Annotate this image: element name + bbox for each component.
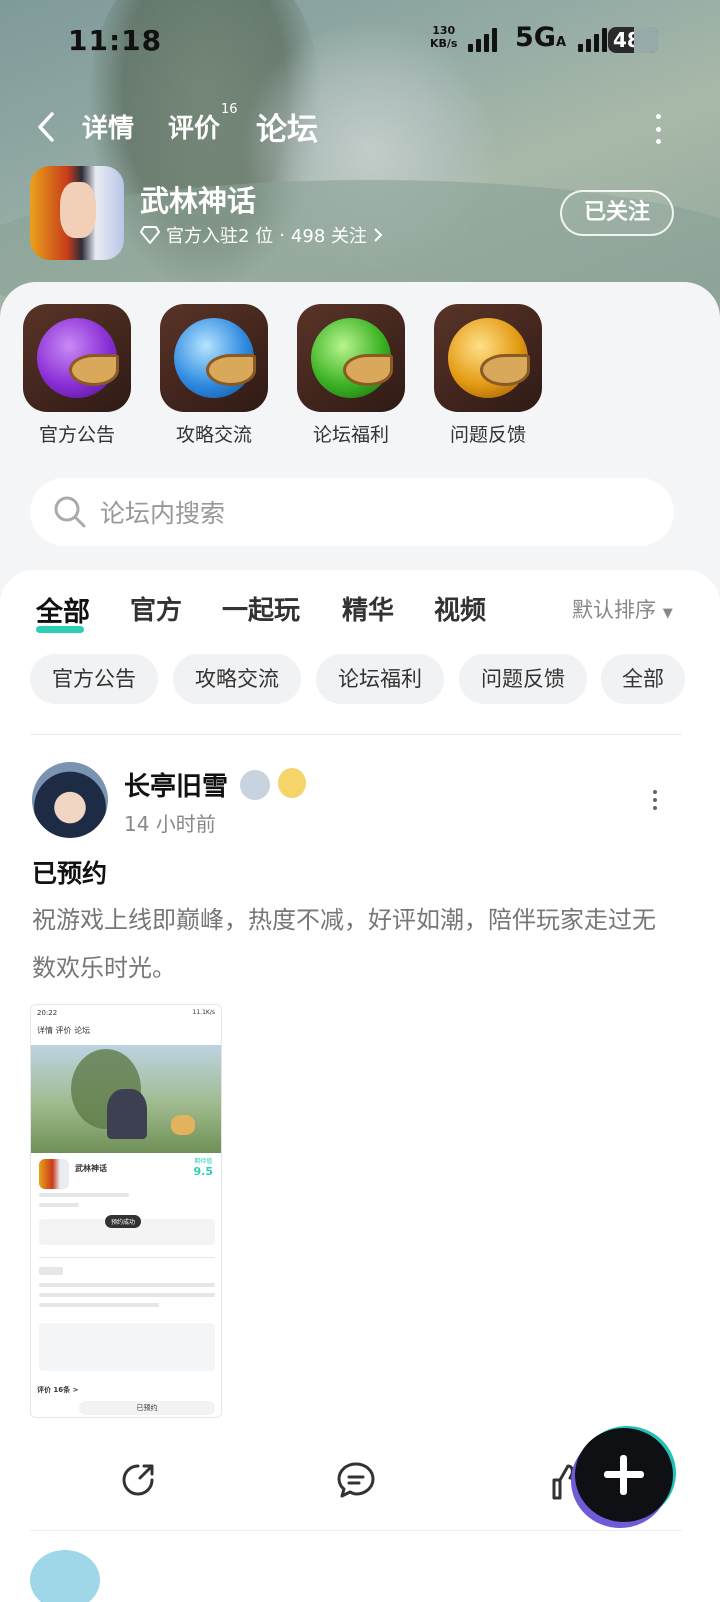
comment-icon[interactable]	[336, 1460, 376, 1500]
quick-link-feedback[interactable]: 问题反馈	[433, 304, 543, 447]
feed-tab-all[interactable]: 全部	[36, 590, 90, 633]
quick-link-label: 问题反馈	[449, 424, 526, 446]
status-bar: 11:18 130 KB/s 5GA 48	[0, 22, 720, 62]
game-info: 武林神话 官方入驻2 位 · 498 关注 已关注	[0, 166, 720, 266]
network-speed: 130 KB/s	[430, 24, 458, 50]
quick-link-label: 官方公告	[38, 424, 115, 446]
shot-art	[31, 1045, 221, 1153]
shot-time: 20:22	[37, 1009, 58, 1017]
tab-forum[interactable]: 论坛	[256, 104, 318, 149]
post-title: 已预约	[32, 859, 108, 888]
top-nav: 详情 评价 16 论坛	[0, 100, 720, 160]
follower-count: 498 关注	[290, 226, 367, 247]
follow-button[interactable]: 已关注	[560, 190, 674, 236]
chip-feedback[interactable]: 问题反馈	[459, 654, 587, 704]
shot-text-line	[39, 1203, 79, 1207]
shot-game-icon	[39, 1159, 69, 1189]
sort-dropdown[interactable]: 默认排序 ▼	[572, 594, 673, 624]
post-image[interactable]: 20:22 11.1K/s 详情 评价 论坛 武林神话 期待值 9.5 预约成功 …	[30, 1004, 222, 1418]
filter-chips: 官方公告 攻略交流 论坛福利 问题反馈 全部	[0, 654, 720, 704]
create-post-button[interactable]	[575, 1428, 673, 1522]
more-options-icon[interactable]	[652, 114, 664, 144]
chip-benefits[interactable]: 论坛福利	[316, 654, 444, 704]
post-username[interactable]: 长亭旧雪	[124, 766, 228, 803]
quick-link-benefits[interactable]: 论坛福利	[296, 304, 406, 447]
shot-footer: 评价 16条 >	[37, 1386, 79, 1394]
shot-tabs: 详情 评价 论坛	[37, 1026, 91, 1035]
chevron-right-icon	[374, 228, 383, 242]
chip-all[interactable]: 全部	[601, 654, 685, 704]
caret-down-icon: ▼	[662, 606, 673, 621]
shot-toast: 预约成功	[105, 1215, 142, 1228]
divider	[30, 734, 682, 735]
shot-tag	[39, 1267, 63, 1275]
shot-text-line	[39, 1303, 159, 1307]
feed-tab-play-together[interactable]: 一起玩	[222, 590, 300, 627]
shot-game-name: 武林神话	[75, 1164, 107, 1173]
share-icon[interactable]	[118, 1460, 158, 1500]
shot-text-line	[39, 1193, 129, 1197]
network-type: 5GA	[515, 22, 567, 53]
quick-link-guides[interactable]: 攻略交流	[159, 304, 269, 447]
shot-status: 11.1K/s	[192, 1009, 215, 1016]
shot-card	[39, 1323, 215, 1371]
search-bar[interactable]: 论坛内搜索	[30, 478, 674, 546]
quick-link-label: 攻略交流	[175, 424, 252, 446]
shot-text-line	[39, 1293, 215, 1297]
quick-links: 官方公告 攻略交流 论坛福利 问题反馈	[0, 304, 720, 454]
shot-score: 期待值 9.5	[193, 1158, 214, 1178]
avatar[interactable]	[30, 1550, 100, 1602]
search-icon	[54, 496, 86, 528]
official-count: 官方入驻2 位	[166, 226, 274, 247]
chip-guides[interactable]: 攻略交流	[173, 654, 301, 704]
game-title: 武林神话	[140, 184, 257, 218]
tab-reviews[interactable]: 评价	[168, 108, 220, 145]
emoji-badge-icon	[278, 768, 306, 798]
chip-announcements[interactable]: 官方公告	[30, 654, 158, 704]
review-count-badge: 16	[221, 102, 238, 117]
divider	[30, 1530, 682, 1531]
quick-link-label: 论坛福利	[312, 424, 389, 446]
game-icon[interactable]	[30, 166, 124, 260]
battery-icon: 48	[608, 27, 658, 53]
feed-tabs: 全部 官方 一起玩 精华 视频 默认排序 ▼	[0, 590, 720, 640]
post-more-icon[interactable]	[650, 790, 660, 810]
feed-tab-official[interactable]: 官方	[130, 590, 182, 627]
post-body: 祝游戏上线即巅峰，热度不减，好评如潮，陪伴玩家走过无数欢乐时光。	[32, 906, 656, 982]
status-time: 11:18	[68, 24, 163, 57]
search-input[interactable]: 论坛内搜索	[100, 494, 225, 530]
feed-tab-video[interactable]: 视频	[434, 590, 486, 627]
post-time: 14 小时前	[124, 812, 216, 836]
tab-details[interactable]: 详情	[82, 108, 134, 145]
back-arrow-icon[interactable]	[36, 112, 56, 142]
diamond-icon	[140, 226, 160, 244]
feed-tab-featured[interactable]: 精华	[342, 590, 394, 627]
quick-link-announcements[interactable]: 官方公告	[22, 304, 132, 447]
shot-text-line	[39, 1283, 215, 1287]
game-stats[interactable]: 官方入驻2 位 · 498 关注	[140, 222, 383, 248]
stat-separator: ·	[279, 224, 285, 246]
signal-icon-2	[578, 28, 607, 52]
level-badge-icon	[240, 770, 270, 800]
signal-icon	[468, 28, 497, 52]
avatar[interactable]	[32, 762, 108, 838]
shot-divider	[39, 1257, 215, 1258]
